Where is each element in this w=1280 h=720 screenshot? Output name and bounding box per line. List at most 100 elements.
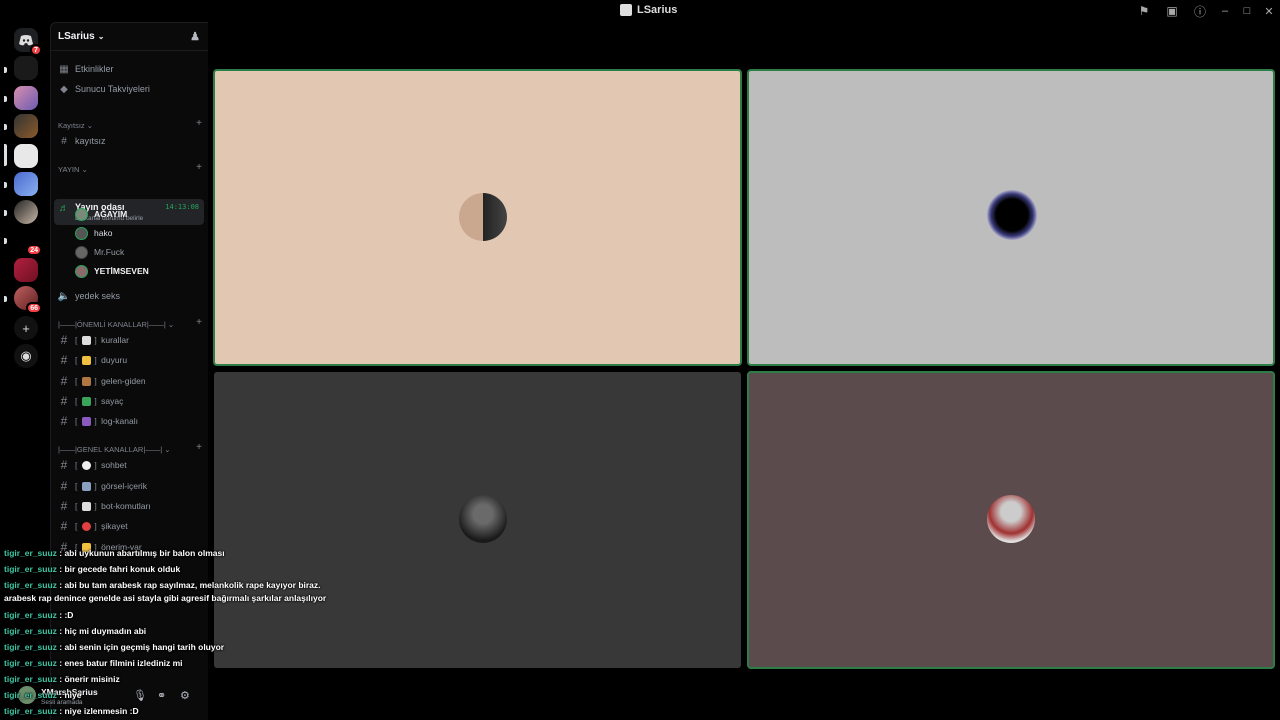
voice-member[interactable]: AĞAYIM: [75, 206, 127, 222]
channel-label: log-kanalı: [101, 416, 138, 426]
chat-text: arabesk rap denince genelde asi stayla g…: [4, 593, 327, 603]
video-tile[interactable]: [214, 372, 741, 668]
selected-pill: [4, 144, 7, 166]
add-channel-icon[interactable]: +: [196, 118, 202, 129]
chat-user: tigir_er_suuz: [4, 642, 57, 652]
hash-icon: #: [60, 333, 68, 347]
video-tile[interactable]: [747, 371, 1275, 669]
hash-icon: #: [60, 458, 68, 472]
channel-duyuru[interactable]: #[] duyuru: [57, 351, 203, 369]
chat-message: tigir_er_suuz : niye: [4, 690, 81, 700]
events-item[interactable]: ▦ Etkinlikler: [57, 60, 203, 78]
server-icon[interactable]: [14, 258, 38, 282]
avatar: [459, 193, 507, 241]
server-icon[interactable]: [14, 172, 38, 196]
channel-sayac[interactable]: #[] sayaç: [57, 392, 203, 410]
microphone-icon[interactable]: 🎙: [133, 689, 147, 702]
avatar: [987, 190, 1037, 240]
voice-member[interactable]: hako: [75, 225, 112, 241]
server-icon[interactable]: [14, 86, 38, 110]
discover-icon[interactable]: ◉: [14, 344, 38, 368]
unread-pill: [4, 210, 7, 216]
server-icon[interactable]: [14, 114, 38, 138]
channel-sikayet[interactable]: #[] şikayet: [57, 517, 203, 535]
voice-stage: [208, 22, 1280, 720]
speech-bubble-icon: [82, 460, 92, 470]
category-kayitsiz[interactable]: Kayıtsız ⌄ +: [58, 118, 202, 131]
avatar: [75, 207, 88, 221]
chat-user: tigir_er_suuz: [4, 548, 57, 558]
voice-timer: 14:13:08: [165, 203, 199, 211]
channel-log-kanali[interactable]: #[] log-kanalı: [57, 412, 203, 430]
hash-icon: #: [60, 394, 68, 408]
hash-icon: #: [60, 374, 68, 388]
minimize-button[interactable]: –: [1214, 2, 1236, 20]
channel-label: kayıtsız: [75, 136, 106, 146]
category-label: |——|GENEL KANALLAR|——|: [58, 444, 163, 454]
add-channel-icon[interactable]: +: [196, 442, 202, 453]
video-tile[interactable]: [747, 69, 1275, 366]
channel-sohbet[interactable]: #[] sohbet: [57, 456, 203, 474]
add-channel-icon[interactable]: +: [196, 317, 202, 328]
channel-kayitsiz[interactable]: # kayıtsız: [57, 132, 203, 150]
chat-message: tigir_er_suuz : niye izlenmesin :D: [4, 706, 139, 716]
bell-icon: [82, 355, 92, 365]
server-icon[interactable]: [14, 200, 38, 224]
unread-pill: [4, 67, 7, 73]
chat-user: tigir_er_suuz: [4, 690, 57, 700]
video-tile[interactable]: [213, 69, 742, 366]
channel-bot-komutlari[interactable]: #[] bot-komutları: [57, 497, 203, 515]
chat-user: tigir_er_suuz: [4, 610, 57, 620]
channel-gelen-giden[interactable]: #[] gelen-giden: [57, 372, 203, 390]
image-icon: [82, 481, 92, 491]
category-label: |——|ÖNEMLİ KANALLAR|——|: [58, 319, 166, 329]
server-header[interactable]: LSarius ⌄ ♟: [51, 23, 208, 51]
close-button[interactable]: ✕: [1258, 2, 1280, 20]
hash-icon: #: [60, 479, 68, 493]
server-icon[interactable]: 24: [14, 228, 42, 256]
chevron-down-icon: ⌄: [97, 32, 105, 41]
speaker-icon: ♬: [59, 203, 69, 214]
avatar: [987, 495, 1035, 543]
flag-icon[interactable]: ⚑: [1130, 2, 1158, 20]
member-name: Mr.Fuck: [94, 247, 125, 257]
invite-people-icon[interactable]: ♟: [190, 30, 200, 43]
chat-message: arabesk rap denince genelde asi stayla g…: [4, 593, 326, 603]
channel-label: yedek seks: [75, 291, 121, 301]
member-name: YETİMSEVEN: [94, 266, 149, 276]
server-icon[interactable]: 66: [14, 286, 42, 314]
chat-text: : bir gecede fahri konuk olduk: [56, 564, 181, 574]
hash-icon: #: [61, 135, 67, 147]
chat-user: tigir_er_suuz: [4, 658, 57, 668]
add-server-icon[interactable]: +: [14, 316, 38, 340]
add-channel-icon[interactable]: +: [196, 162, 202, 173]
server-icon-lsarius[interactable]: [14, 144, 38, 168]
chat-text: : önerir misiniz: [56, 674, 120, 684]
category-yayin[interactable]: YAYIN ⌄ +: [58, 162, 202, 175]
voice-channel-yedek[interactable]: 🔈 yedek seks: [57, 287, 203, 305]
help-icon[interactable]: ⓘ: [1186, 2, 1214, 20]
server-boosts-item[interactable]: ◆ Sunucu Takviyeleri: [57, 80, 203, 98]
channel-kurallar[interactable]: #[] kurallar: [57, 331, 203, 349]
channel-label: şikayet: [101, 521, 128, 531]
channel-label: kurallar: [101, 335, 129, 345]
server-icon[interactable]: [14, 56, 38, 80]
settings-gear-icon[interactable]: ⚙: [180, 689, 190, 702]
channel-gorsel-icerik[interactable]: #[] görsel-içerik: [57, 477, 203, 495]
unread-pill: [4, 238, 7, 244]
chat-user: tigir_er_suuz: [4, 626, 57, 636]
category-genel[interactable]: |——|GENEL KANALLAR|——| ⌄ +: [58, 442, 202, 455]
avatar: [75, 264, 88, 278]
chat-message: tigir_er_suuz : abi bu tam arabesk rap s…: [4, 580, 321, 590]
member-name: hako: [94, 228, 113, 238]
angry-icon: [82, 521, 92, 531]
headphones-icon[interactable]: ⚭: [157, 689, 166, 702]
inbox-icon[interactable]: ▣: [1158, 2, 1186, 20]
voice-member[interactable]: YETİMSEVEN: [75, 263, 149, 279]
voice-member[interactable]: Mr.Fuck: [75, 244, 124, 260]
maximize-button[interactable]: □: [1236, 2, 1258, 20]
channel-label: sayaç: [101, 396, 124, 406]
notification-badge: 24: [26, 244, 42, 256]
discord-home-button[interactable]: 7: [14, 28, 42, 56]
category-onemli[interactable]: |——|ÖNEMLİ KANALLAR|——| ⌄ +: [58, 317, 202, 330]
